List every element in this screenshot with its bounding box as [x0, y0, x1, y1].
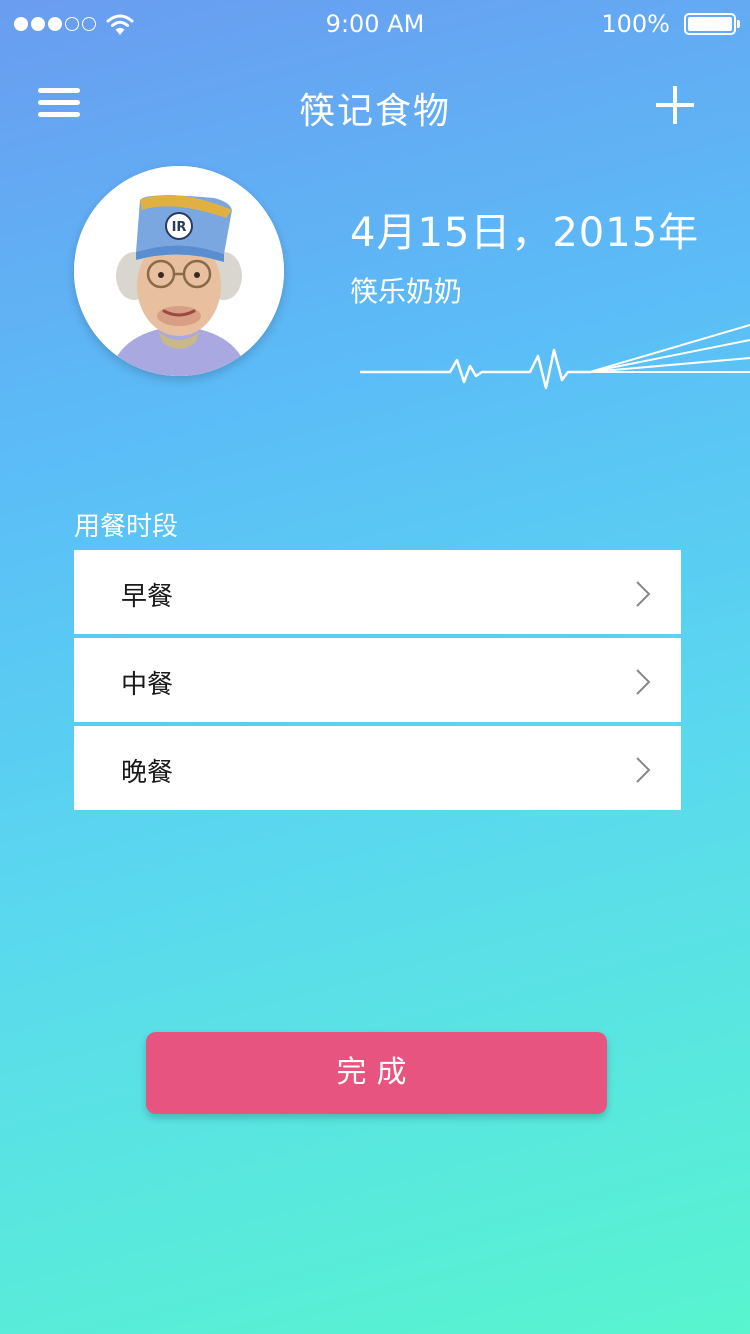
chevron-right-icon: [636, 669, 651, 695]
add-plus-icon[interactable]: [656, 86, 694, 124]
meal-period-list: 早餐 中餐 晚餐: [74, 550, 681, 814]
svg-text:IR: IR: [172, 220, 187, 235]
record-date: 4月15日，2015年: [350, 210, 700, 256]
heartbeat-line-icon: [360, 324, 750, 390]
battery-icon: [684, 13, 740, 35]
chevron-right-icon: [636, 757, 651, 783]
navigation-bar: 筷记食物: [0, 70, 750, 140]
page-title: 筷记食物: [298, 91, 451, 132]
meal-item-label: 中餐: [121, 670, 174, 700]
chevron-right-icon: [636, 581, 651, 607]
battery-percent: 100%: [601, 10, 670, 38]
meal-item-label: 早餐: [121, 582, 174, 612]
meal-item-lunch[interactable]: 中餐: [74, 638, 681, 722]
avatar: IR: [74, 166, 284, 376]
meal-item-label: 晚餐: [121, 758, 174, 788]
meal-item-dinner[interactable]: 晚餐: [74, 726, 681, 810]
grandma-portrait-image: IR: [74, 166, 284, 376]
status-bar: 9:00 AM 100%: [0, 0, 750, 50]
user-name: 筷乐奶奶: [350, 275, 463, 308]
meal-item-breakfast[interactable]: 早餐: [74, 550, 681, 634]
done-button[interactable]: 完成: [146, 1032, 607, 1114]
battery-fill: [688, 17, 732, 31]
meal-period-label: 用餐时段: [74, 512, 179, 542]
